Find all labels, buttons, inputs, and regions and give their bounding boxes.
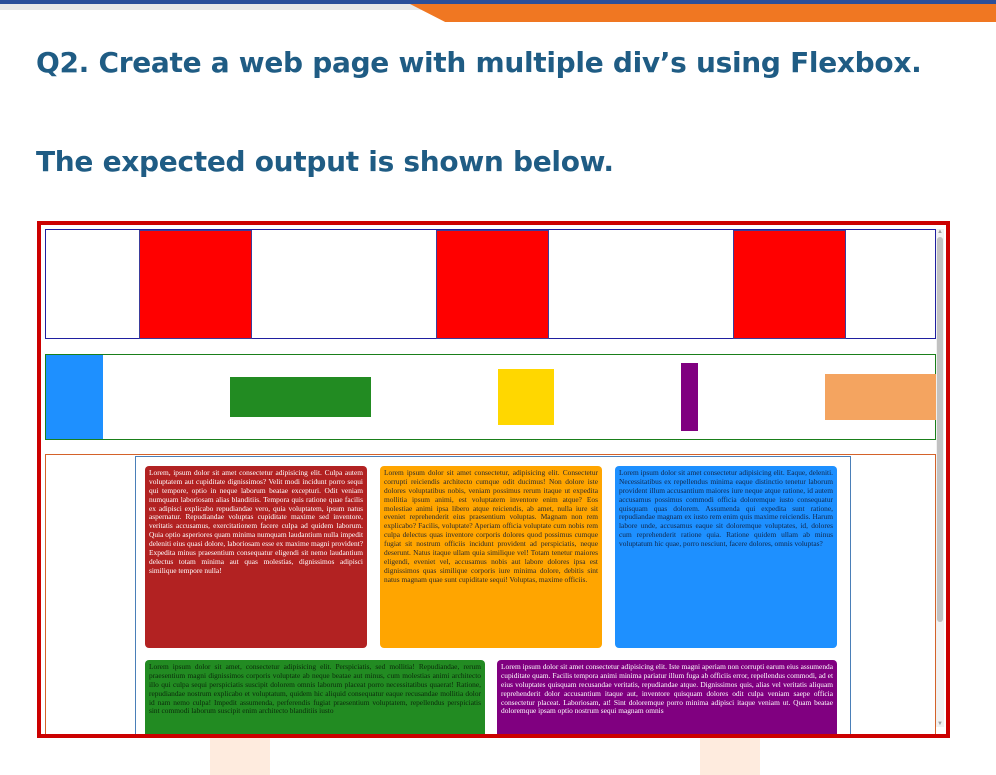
green-box [230,377,371,417]
vertical-scrollbar[interactable]: ▲ ▼ [936,229,944,727]
text-card-firebrick: Lorem, ipsum dolor sit amet consectetur … [145,466,367,648]
flex-row-text-cards: Lorem, ipsum dolor sit amet consectetur … [45,454,936,734]
text-card-blue: Lorem ipsum dolor sit amet consectetur a… [615,466,837,648]
watermark-shape [210,735,270,775]
scroll-up-arrow-icon[interactable]: ▲ [936,229,944,235]
slide-orange-accent [410,4,996,22]
red-box [436,230,549,339]
card-container: Lorem, ipsum dolor sit amet consectetur … [135,456,851,734]
sandybrown-box [825,374,937,420]
output-screenshot-frame: Lorem, ipsum dolor sit amet consectetur … [37,221,950,738]
gold-box [498,369,554,425]
scroll-thumb[interactable] [937,237,943,622]
question-title: Q2. Create a web page with multiple div’… [36,46,922,79]
flex-row-red-boxes [45,229,936,339]
text-card-orange: Lorem ipsum dolor sit amet consectetur, … [380,466,602,648]
text-card-green: Lorem ipsum dolor sit amet, consectetur … [145,660,485,734]
dodgerblue-box [46,355,103,439]
red-box [139,230,252,339]
flex-row-colored-shapes [45,354,937,440]
watermark-shape [700,735,760,775]
expected-output-heading: The expected output is shown below. [36,145,614,178]
purple-box [681,363,698,431]
text-card-purple: Lorem ipsum dolor sit amet consectetur a… [497,660,837,734]
red-box [733,230,846,339]
scroll-down-arrow-icon[interactable]: ▼ [936,721,944,727]
